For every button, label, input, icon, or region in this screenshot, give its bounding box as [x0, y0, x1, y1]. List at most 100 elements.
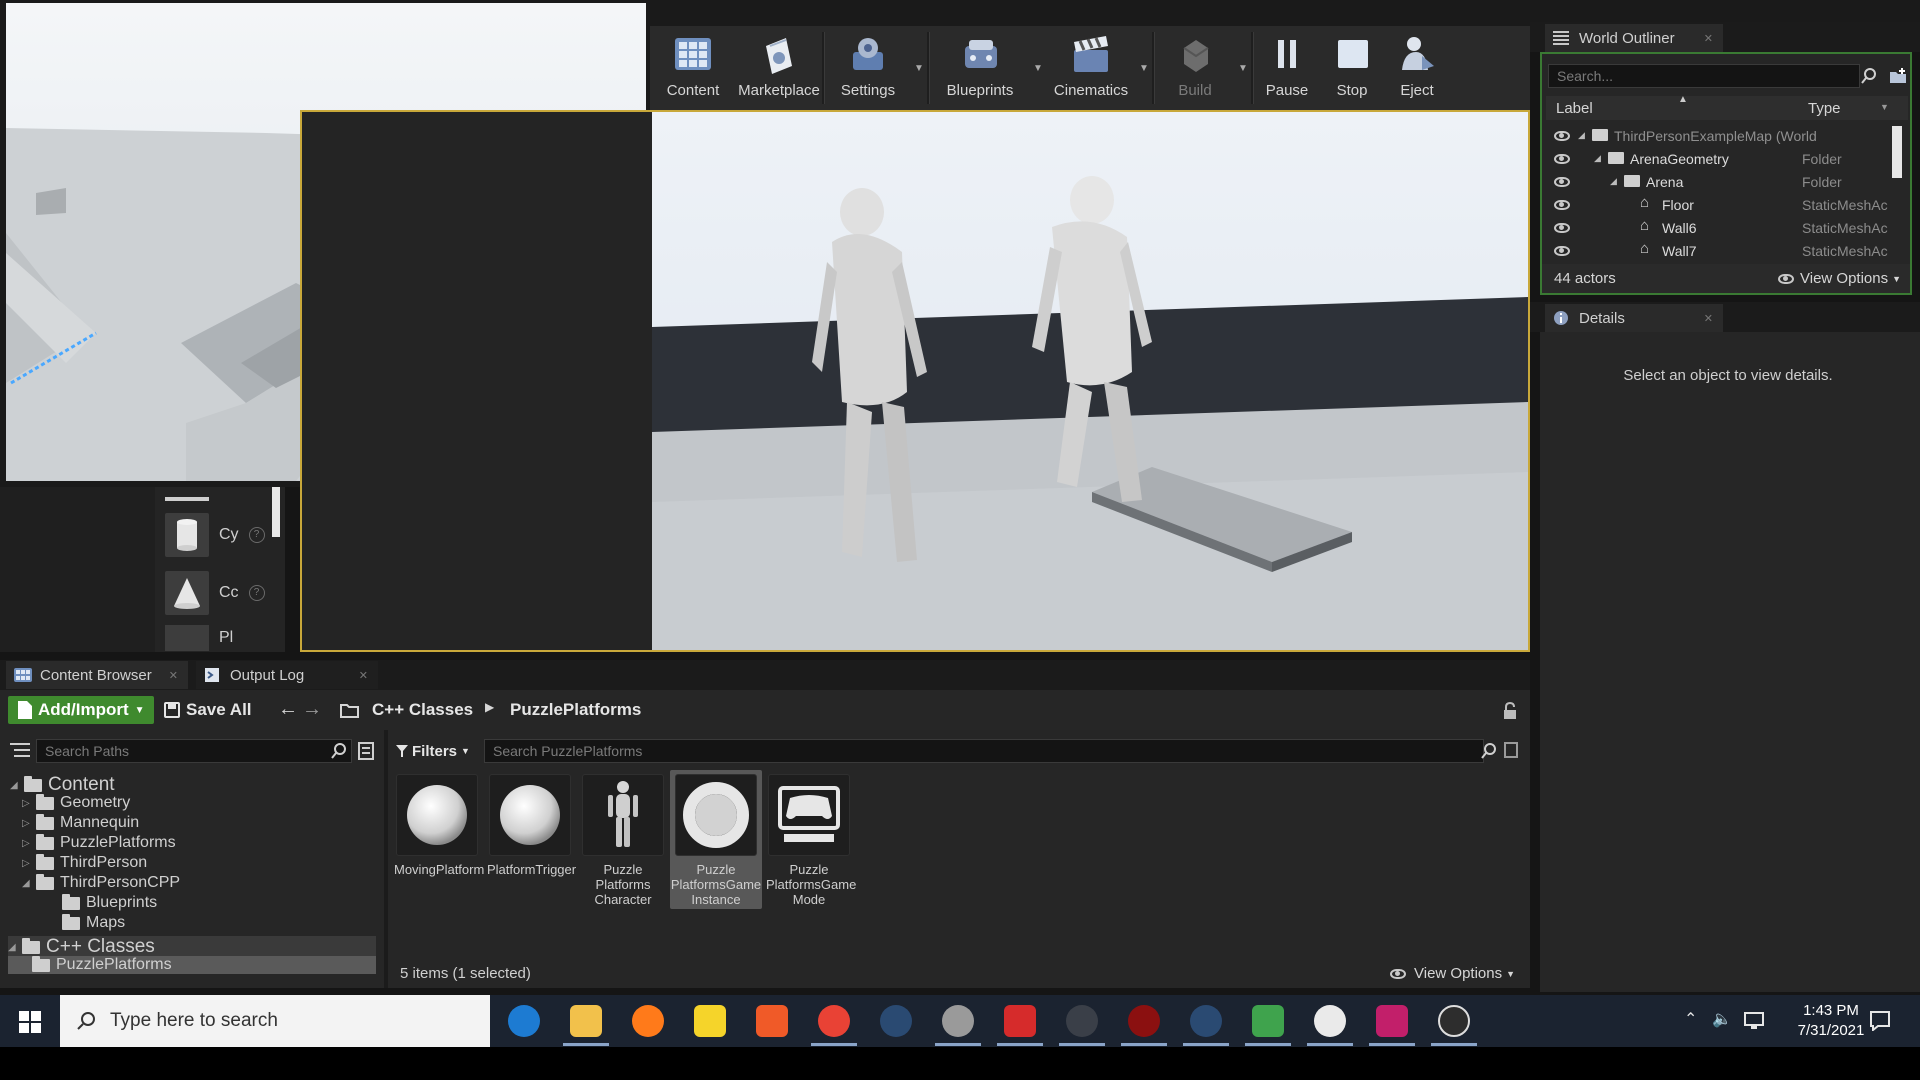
- add-folder-icon[interactable]: [1888, 66, 1908, 86]
- close-icon[interactable]: ✕: [1704, 32, 1713, 45]
- asset-tile[interactable]: PlatformTrigger: [487, 774, 576, 877]
- expand-arrow-icon[interactable]: ▷: [22, 838, 32, 849]
- sticky-notes-icon[interactable]: [694, 1005, 726, 1037]
- expand-arrow-icon[interactable]: ◢: [1578, 130, 1585, 141]
- search-icon[interactable]: [330, 742, 348, 760]
- expand-arrow-icon[interactable]: ◢: [1594, 153, 1601, 164]
- asset-tile[interactable]: Puzzle PlatformsGame Instance: [670, 770, 762, 909]
- place-item-plane[interactable]: Pl: [165, 625, 285, 651]
- notification-icon[interactable]: [1870, 1011, 1890, 1031]
- expand-arrow-icon[interactable]: ▷: [22, 798, 32, 809]
- obs-icon[interactable]: [1438, 1005, 1470, 1037]
- help-icon[interactable]: ?: [248, 527, 265, 543]
- build-button[interactable]: Build: [1155, 26, 1235, 110]
- eye-icon[interactable]: [1554, 245, 1570, 256]
- outliner-col-type[interactable]: Type: [1808, 100, 1841, 117]
- marketplace-button[interactable]: Marketplace: [736, 26, 822, 110]
- lock-icon[interactable]: [1502, 702, 1518, 720]
- search-assets-input[interactable]: Search PuzzlePlatforms: [484, 739, 1484, 763]
- outliner-row[interactable]: ◢ ThirdPersonExampleMap (World: [1544, 124, 1906, 147]
- steam-icon[interactable]: [1190, 1005, 1222, 1037]
- blueprints-button[interactable]: Blueprints: [930, 26, 1030, 110]
- tree-item[interactable]: ◢ ThirdPersonCPP: [22, 873, 180, 892]
- column-dropdown-icon[interactable]: ▼: [1880, 102, 1889, 112]
- panel-splitter[interactable]: [384, 730, 388, 988]
- filters-button[interactable]: Filters ▼: [396, 739, 470, 763]
- search-paths-input[interactable]: Search Paths: [36, 739, 352, 763]
- tab-details[interactable]: Details ✕: [1545, 304, 1723, 332]
- tab-content-browser[interactable]: Content Browser ✕: [6, 661, 188, 689]
- brave-icon[interactable]: [756, 1005, 788, 1037]
- tree-item[interactable]: ◢ Content: [10, 774, 115, 796]
- eye-icon[interactable]: [1554, 130, 1570, 141]
- expand-arrow-icon[interactable]: ▷: [22, 818, 32, 829]
- back-arrow-icon[interactable]: ←: [278, 698, 298, 721]
- folder-open-icon[interactable]: [340, 703, 360, 719]
- tree-item[interactable]: Blueprints: [48, 893, 157, 912]
- s-app-icon[interactable]: [1004, 1005, 1036, 1037]
- eye-icon[interactable]: [1554, 222, 1570, 233]
- windows-start-icon[interactable]: [19, 1011, 41, 1033]
- outliner-scrollbar[interactable]: [1892, 126, 1902, 178]
- search-icon[interactable]: [1480, 742, 1498, 760]
- sources-toggle-icon[interactable]: [10, 742, 30, 758]
- speaker-icon[interactable]: 🔈: [1712, 1009, 1732, 1029]
- expand-arrow-icon[interactable]: ▷: [22, 858, 32, 869]
- eye-icon[interactable]: [1554, 153, 1570, 164]
- tree-item[interactable]: ▷ Mannequin: [22, 813, 139, 832]
- network-icon[interactable]: [1744, 1012, 1764, 1030]
- edge-icon[interactable]: [508, 1005, 540, 1037]
- eject-button[interactable]: Eject: [1384, 26, 1450, 110]
- blueprints-dropdown-arrow[interactable]: ▼: [1030, 26, 1046, 110]
- taskbar-search-box[interactable]: Type here to search: [60, 995, 490, 1047]
- chevron-up-icon[interactable]: ⌃: [1684, 1009, 1697, 1029]
- expand-arrow-icon[interactable]: ◢: [22, 878, 32, 889]
- place-item-cylinder[interactable]: Cy ?: [165, 509, 285, 561]
- build-dropdown-arrow[interactable]: ▼: [1235, 26, 1251, 110]
- tab-output-log[interactable]: Output Log ✕: [196, 661, 378, 689]
- outliner-row[interactable]: ⌂ Wall7 StaticMeshAc: [1544, 239, 1906, 258]
- tree-item[interactable]: ◢ C++ Classes: [8, 936, 376, 958]
- place-item-cone[interactable]: Cc ?: [165, 567, 285, 619]
- close-icon[interactable]: ✕: [1704, 312, 1713, 325]
- outliner-search-input[interactable]: Search...: [1548, 64, 1860, 88]
- outliner-row[interactable]: ◢ Arena Folder: [1544, 170, 1906, 193]
- eye-icon[interactable]: [1554, 199, 1570, 210]
- asset-tile[interactable]: Puzzle PlatformsGame Mode: [766, 774, 856, 907]
- breadcrumb-cpp-classes[interactable]: C++ Classes: [372, 700, 473, 720]
- expand-arrow-icon[interactable]: ◢: [1610, 176, 1617, 187]
- steam-icon[interactable]: [880, 1005, 912, 1037]
- add-import-button[interactable]: Add/Import ▼: [8, 696, 154, 724]
- expand-arrow-icon[interactable]: ◢: [8, 942, 18, 953]
- outliner-col-label[interactable]: Label: [1556, 100, 1593, 117]
- path-view-options-icon[interactable]: [358, 742, 374, 760]
- cinematics-dropdown-arrow[interactable]: ▼: [1136, 26, 1152, 110]
- asset-view-options[interactable]: View Options ▼: [1390, 965, 1515, 982]
- tree-item[interactable]: ▷ Geometry: [22, 793, 130, 812]
- pause-button[interactable]: Pause: [1254, 26, 1320, 110]
- search-icon[interactable]: [1860, 67, 1878, 85]
- tree-item[interactable]: ▷ ThirdPerson: [22, 853, 147, 872]
- breadcrumb-puzzleplatforms[interactable]: PuzzlePlatforms: [510, 700, 641, 720]
- tab-world-outliner[interactable]: World Outliner ✕: [1545, 24, 1723, 52]
- expand-arrow-icon[interactable]: ◢: [10, 780, 20, 791]
- unreal-engine-icon[interactable]: [1314, 1005, 1346, 1037]
- close-icon[interactable]: ✕: [359, 669, 368, 682]
- outliner-row[interactable]: ⌂ Wall6 StaticMeshAc: [1544, 216, 1906, 239]
- record-icon[interactable]: [1128, 1005, 1160, 1037]
- outliner-row[interactable]: ⌂ Floor StaticMeshAc: [1544, 193, 1906, 216]
- forward-arrow-icon[interactable]: →: [302, 698, 322, 721]
- help-icon[interactable]: ?: [248, 585, 265, 601]
- place-actors-scrollbar[interactable]: [272, 487, 280, 537]
- rider-icon[interactable]: [1376, 1005, 1408, 1037]
- save-all-button[interactable]: Save All: [164, 696, 252, 724]
- close-icon[interactable]: ✕: [169, 669, 178, 682]
- app-icon[interactable]: [1252, 1005, 1284, 1037]
- asset-tile[interactable]: MovingPlatform: [394, 774, 484, 877]
- firefox-icon[interactable]: [632, 1005, 664, 1037]
- cinematics-button[interactable]: Cinematics: [1046, 26, 1136, 110]
- settings-dropdown-arrow[interactable]: ▼: [911, 26, 927, 110]
- asset-tile[interactable]: Puzzle Platforms Character: [580, 774, 666, 907]
- chrome-icon[interactable]: [818, 1005, 850, 1037]
- save-search-icon[interactable]: [1504, 742, 1518, 758]
